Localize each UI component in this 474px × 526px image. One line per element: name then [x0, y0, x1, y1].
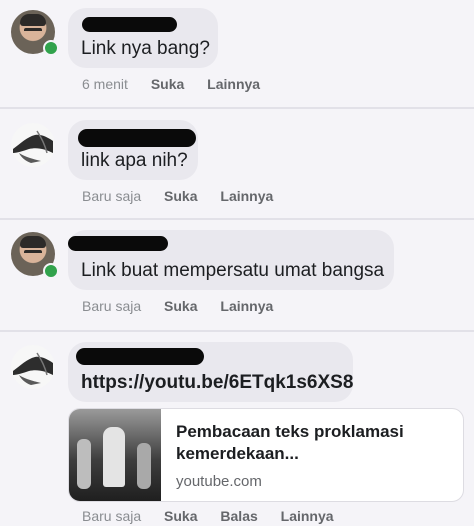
comment-text: Link buat mempersatu umat bangsa: [81, 260, 385, 281]
more-button[interactable]: Lainnya: [220, 298, 273, 314]
redacted-author-name: [78, 129, 196, 147]
comment-timestamp[interactable]: Baru saja: [82, 508, 141, 524]
reply-button[interactable]: Balas: [220, 508, 257, 524]
user-avatar[interactable]: [11, 345, 55, 389]
like-button[interactable]: Suka: [151, 76, 184, 92]
link-preview-domain: youtube.com: [176, 473, 262, 490]
like-button[interactable]: Suka: [164, 508, 197, 524]
comment-actions: 6 menit Suka Lainnya: [82, 76, 279, 92]
link-preview-card[interactable]: Pembacaan teks proklamasi kemerdekaan...…: [68, 408, 464, 502]
online-status-icon: [43, 263, 59, 279]
comment-text: link apa nih?: [81, 150, 188, 171]
redacted-author-name: [68, 236, 168, 251]
video-thumbnail-icon: [69, 409, 161, 501]
redacted-author-name: [76, 348, 204, 365]
more-button[interactable]: Lainnya: [207, 76, 260, 92]
comment-timestamp[interactable]: 6 menit: [82, 76, 128, 92]
comment-bubble[interactable]: link apa nih?: [68, 120, 198, 180]
divider: [0, 107, 474, 109]
like-button[interactable]: Suka: [164, 298, 197, 314]
link-preview-title: Pembacaan teks proklamasi kemerdekaan...: [176, 422, 404, 463]
user-avatar[interactable]: [11, 123, 55, 167]
comment-thread: Link nya bang? 6 menit Suka Lainnya link…: [0, 0, 474, 526]
like-button[interactable]: Suka: [164, 188, 197, 204]
more-button[interactable]: Lainnya: [281, 508, 334, 524]
abstract-art-icon: [13, 352, 53, 385]
redacted-author-name: [82, 17, 177, 32]
divider: [0, 218, 474, 220]
comment-bubble[interactable]: Link buat mempersatu umat bangsa: [68, 230, 394, 290]
comment-actions: Baru saja Suka Balas Lainnya: [82, 508, 353, 524]
divider: [0, 330, 474, 332]
comment-timestamp[interactable]: Baru saja: [82, 298, 141, 314]
comment-bubble[interactable]: https://youtu.be/6ETqk1s6XS8: [68, 342, 353, 402]
comment-link[interactable]: https://youtu.be/6ETqk1s6XS8: [81, 372, 353, 394]
comment-actions: Baru saja Suka Lainnya: [82, 188, 292, 204]
abstract-art-icon: [13, 130, 53, 163]
comment-timestamp[interactable]: Baru saja: [82, 188, 141, 204]
comment-text: Link nya bang?: [81, 38, 210, 59]
comment-bubble[interactable]: Link nya bang?: [68, 8, 218, 68]
online-status-icon: [43, 40, 59, 56]
comment-actions: Baru saja Suka Lainnya: [82, 298, 292, 314]
more-button[interactable]: Lainnya: [220, 188, 273, 204]
